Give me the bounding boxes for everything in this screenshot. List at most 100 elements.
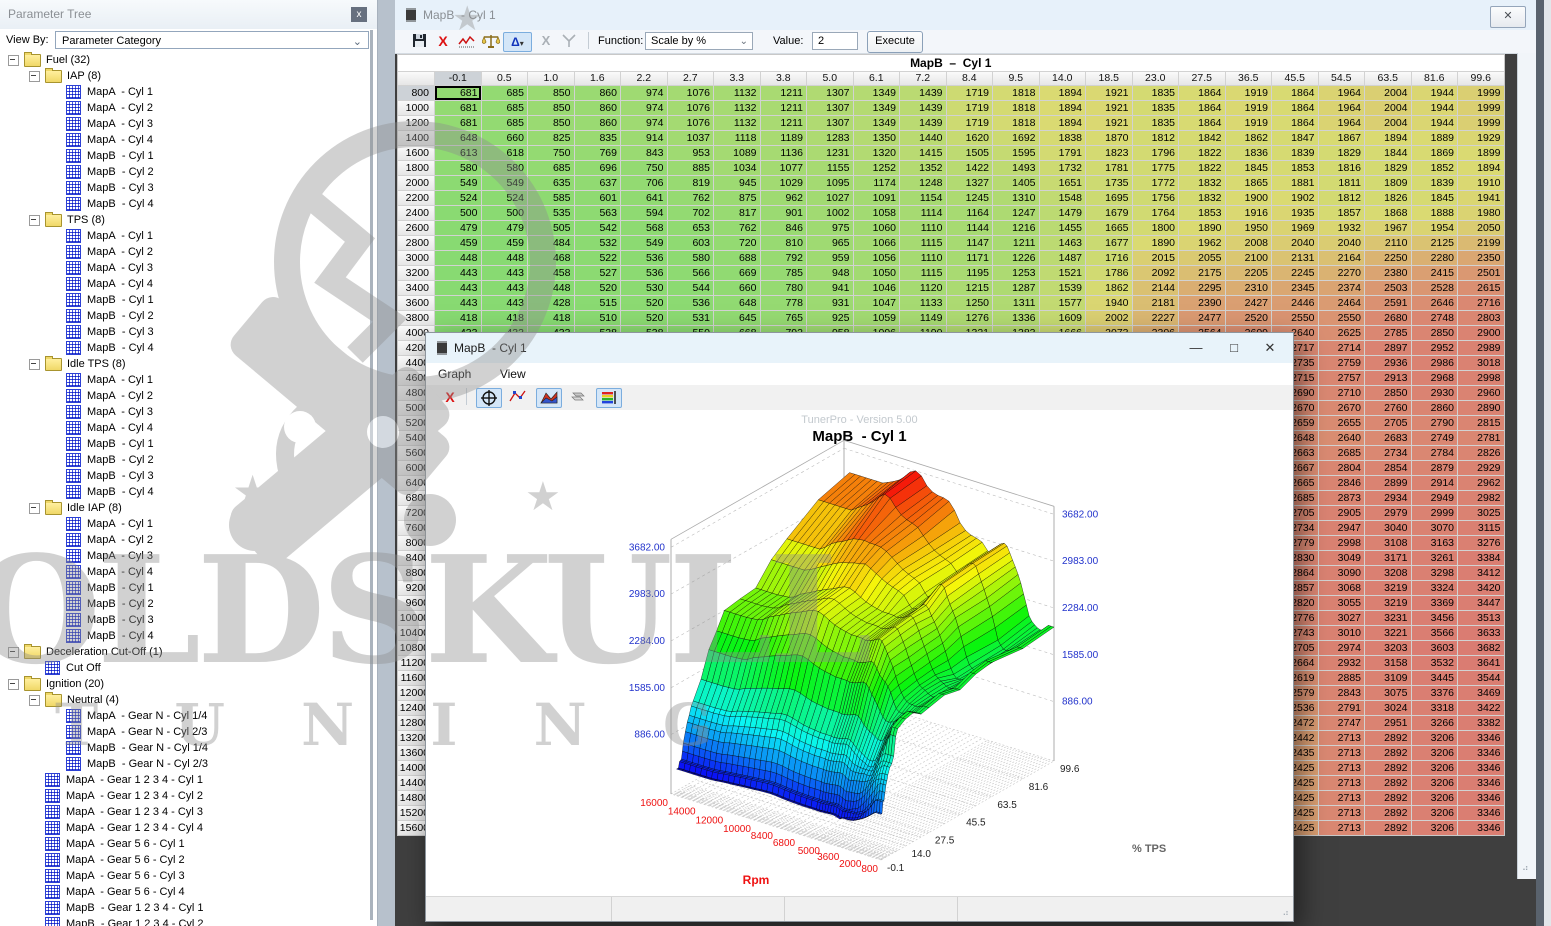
grid-cell[interactable]: 1692 xyxy=(993,131,1039,145)
grid-cell[interactable]: 1862 xyxy=(1226,131,1272,145)
grid-cell[interactable]: 1964 xyxy=(1319,116,1365,130)
grid-cell[interactable]: 3208 xyxy=(1365,566,1411,580)
grid-cell[interactable]: 2846 xyxy=(1319,476,1365,490)
grid-cell[interactable]: 2899 xyxy=(1365,476,1411,490)
grid-cell[interactable]: 2790 xyxy=(1412,416,1458,430)
grid-cell[interactable]: 479 xyxy=(435,221,481,235)
grid-cell[interactable]: 1869 xyxy=(1412,146,1458,160)
tree-item[interactable]: MapB - Cyl 2 xyxy=(0,596,370,612)
grid-cell[interactable]: 819 xyxy=(668,176,714,190)
grid-cell[interactable]: 580 xyxy=(435,161,481,175)
grid-cell[interactable]: 1950 xyxy=(1226,221,1272,235)
grid-cell[interactable]: 1226 xyxy=(993,251,1039,265)
grid-cell[interactable]: 1493 xyxy=(993,161,1039,175)
grid-cell[interactable]: 2879 xyxy=(1412,461,1458,475)
grid-cell[interactable]: 1900 xyxy=(1226,191,1272,205)
grid-cell[interactable]: 3171 xyxy=(1365,551,1411,565)
grid-cell[interactable]: 2759 xyxy=(1319,356,1365,370)
grid-cell[interactable]: 750 xyxy=(621,161,667,175)
grid-cell[interactable]: 1864 xyxy=(1272,116,1318,130)
grid-cell[interactable]: 1786 xyxy=(1086,266,1132,280)
tree-item[interactable]: MapA - Cyl 2 xyxy=(0,100,370,116)
grid-cell[interactable]: 1967 xyxy=(1365,221,1411,235)
grid-cell[interactable]: 1047 xyxy=(854,296,900,310)
expander-icon[interactable] xyxy=(8,55,19,66)
grid-cell[interactable]: 3206 xyxy=(1412,791,1458,805)
tree-item[interactable]: MapB - Cyl 1 xyxy=(0,580,370,596)
grid-cell[interactable]: 2947 xyxy=(1319,521,1365,535)
tree-item[interactable]: MapB - Cyl 1 xyxy=(0,148,370,164)
grid-cell[interactable]: 2625 xyxy=(1319,326,1365,340)
grid-cell[interactable]: 1505 xyxy=(947,146,993,160)
grid-cell[interactable]: 2784 xyxy=(1412,446,1458,460)
grid-cell[interactable]: 2979 xyxy=(1365,506,1411,520)
grid-cell[interactable]: 1548 xyxy=(1040,191,1086,205)
grid-cell[interactable]: 2890 xyxy=(1458,401,1504,415)
grid-cell[interactable]: 2747 xyxy=(1319,716,1365,730)
grid-cell[interactable]: 418 xyxy=(528,311,574,325)
grid-cell[interactable]: 1215 xyxy=(947,281,993,295)
grid-cell[interactable]: 688 xyxy=(714,251,760,265)
grid-cell[interactable]: 3376 xyxy=(1412,686,1458,700)
grid-cell[interactable]: 3456 xyxy=(1412,611,1458,625)
grid-cell[interactable]: 1149 xyxy=(900,311,946,325)
column-header[interactable]: 3.8 xyxy=(761,72,807,85)
grid-cell[interactable]: 2989 xyxy=(1458,341,1504,355)
grid-cell[interactable]: 3603 xyxy=(1412,641,1458,655)
grid-cell[interactable]: 532 xyxy=(575,236,621,250)
grid-cell[interactable]: 3068 xyxy=(1319,581,1365,595)
grid-cell[interactable]: 750 xyxy=(528,146,574,160)
grid-cell[interactable]: 1845 xyxy=(1226,161,1272,175)
grid-cell[interactable]: 2885 xyxy=(1319,671,1365,685)
grid-cell[interactable]: 1058 xyxy=(854,206,900,220)
grid-cell[interactable]: 536 xyxy=(668,296,714,310)
grid-cell[interactable]: 1110 xyxy=(900,221,946,235)
tree-item[interactable]: MapB - Cyl 4 xyxy=(0,196,370,212)
grid-cell[interactable]: 1027 xyxy=(807,191,853,205)
grid-cell[interactable]: 1066 xyxy=(854,236,900,250)
tree-item[interactable]: MapB - Cyl 4 xyxy=(0,628,370,644)
grid-cell[interactable]: 1835 xyxy=(1133,116,1179,130)
grid-cell[interactable]: 613 xyxy=(435,146,481,160)
grid-cell[interactable]: 1921 xyxy=(1086,86,1132,100)
grid-cell[interactable]: 3346 xyxy=(1458,761,1504,775)
grid-cell[interactable]: 1999 xyxy=(1458,101,1504,115)
grid-cell[interactable]: 720 xyxy=(714,236,760,250)
grid-cell[interactable]: 3206 xyxy=(1412,746,1458,760)
grid-cell[interactable]: 1247 xyxy=(993,206,1039,220)
grid-cell[interactable]: 2998 xyxy=(1458,371,1504,385)
grid-cell[interactable]: 1422 xyxy=(947,161,993,175)
grid-cell[interactable]: 2892 xyxy=(1365,806,1411,820)
grid-cell[interactable]: 3346 xyxy=(1458,731,1504,745)
tree-item[interactable]: MapB - Cyl 1 xyxy=(0,292,370,308)
grid-cell[interactable]: 3158 xyxy=(1365,656,1411,670)
grid-cell[interactable]: 2110 xyxy=(1365,236,1411,250)
grid-cell[interactable]: 549 xyxy=(435,176,481,190)
grid-cell[interactable]: 1857 xyxy=(1319,206,1365,220)
grid-cell[interactable]: 1174 xyxy=(854,176,900,190)
grid-cell[interactable]: 2131 xyxy=(1272,251,1318,265)
grid-cell[interactable]: 418 xyxy=(435,311,481,325)
grid-cell[interactable]: 1845 xyxy=(1412,191,1458,205)
grid-cell[interactable]: 1136 xyxy=(761,146,807,160)
grid-cell[interactable]: 1620 xyxy=(947,131,993,145)
grid-cell[interactable]: 860 xyxy=(575,116,621,130)
tree-item[interactable]: Deceleration Cut-Off (1) xyxy=(0,644,370,660)
disabled-branch-button[interactable] xyxy=(559,32,579,50)
grid-cell[interactable]: 1132 xyxy=(714,86,760,100)
grid-cell[interactable]: 1352 xyxy=(900,161,946,175)
execute-button[interactable]: Execute xyxy=(867,31,923,53)
row-header[interactable]: 1800 xyxy=(398,161,434,175)
grid-cell[interactable]: 1439 xyxy=(900,101,946,115)
grid-cell[interactable]: 1919 xyxy=(1226,86,1272,100)
grid-cell[interactable]: 2710 xyxy=(1319,386,1365,400)
grid-cell[interactable]: 1677 xyxy=(1086,236,1132,250)
grid-cell[interactable]: 3206 xyxy=(1412,761,1458,775)
grid-cell[interactable]: 1211 xyxy=(761,116,807,130)
tree-item[interactable]: MapA - Cyl 4 xyxy=(0,420,370,436)
grid-cell[interactable]: 520 xyxy=(621,311,667,325)
grid-cell[interactable]: 2713 xyxy=(1319,806,1365,820)
grid-cell[interactable]: 685 xyxy=(482,86,528,100)
tree-item[interactable]: MapA - Cyl 2 xyxy=(0,244,370,260)
grid-cell[interactable]: 2873 xyxy=(1319,491,1365,505)
